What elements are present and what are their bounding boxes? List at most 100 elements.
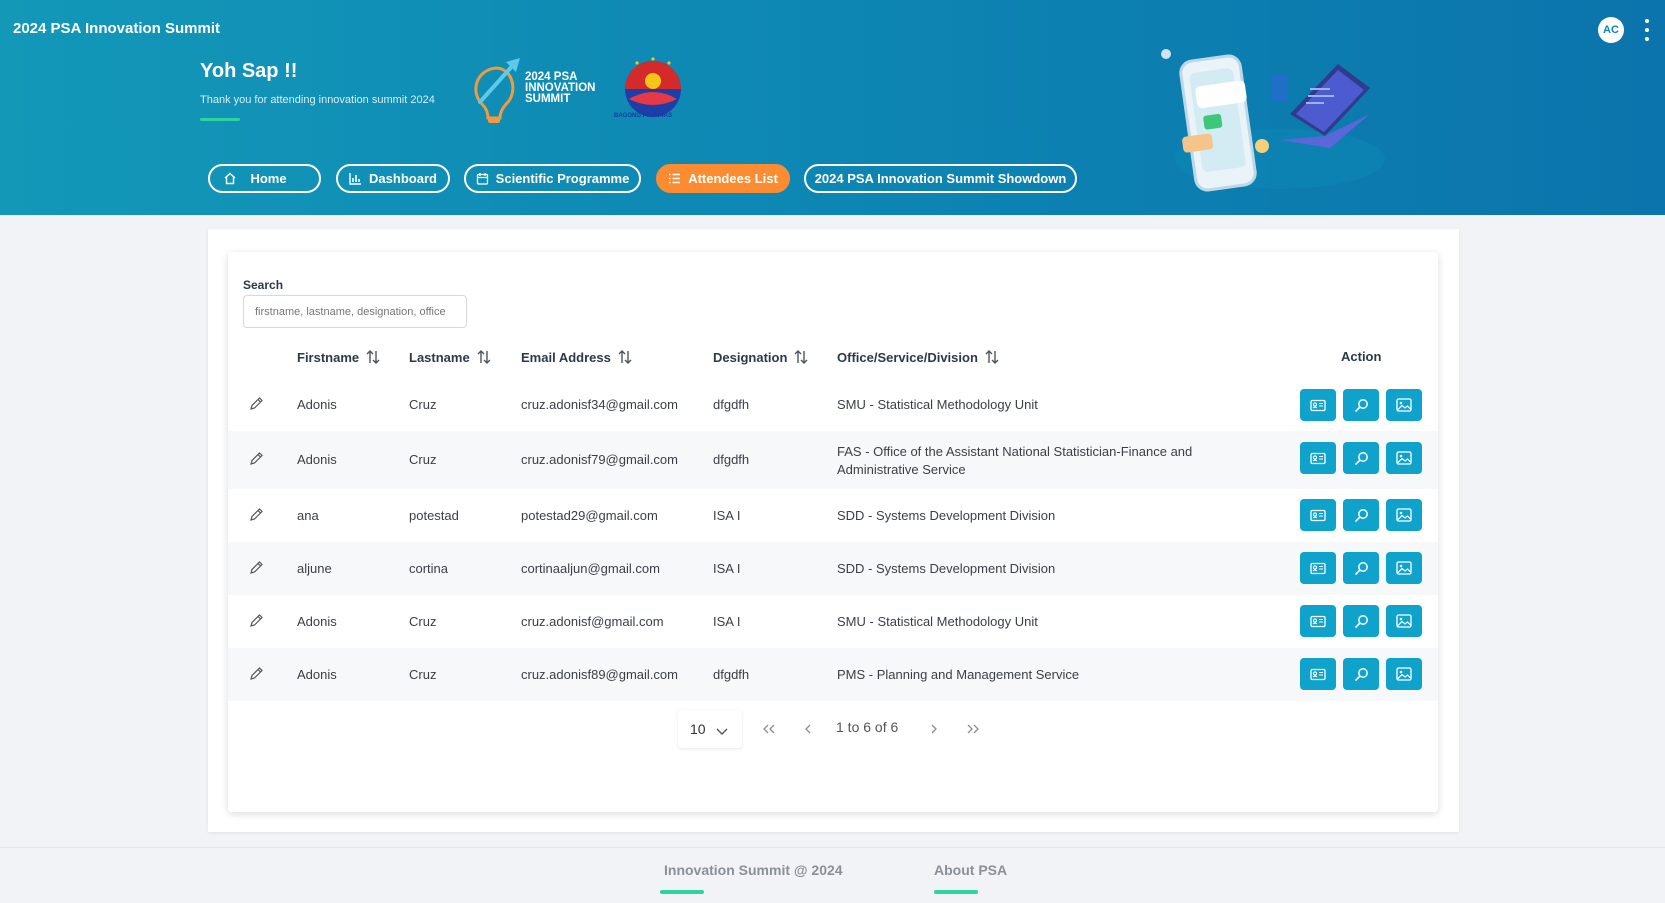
column-header-designation[interactable]: Designation	[713, 349, 809, 365]
edit-icon[interactable]	[248, 613, 264, 629]
column-header-firstname[interactable]: Firstname	[297, 349, 381, 365]
column-header-office[interactable]: Office/Service/Division	[837, 349, 1000, 365]
cell-lastname: cortina	[409, 561, 449, 576]
edit-icon[interactable]	[248, 507, 264, 523]
id-card-action-button[interactable]	[1300, 605, 1336, 637]
sort-icon[interactable]	[476, 349, 492, 365]
search-action-button[interactable]	[1343, 499, 1379, 531]
id-card-action-button[interactable]	[1300, 552, 1336, 584]
cell-lastname: Cruz	[409, 667, 437, 682]
cell-firstname: aljune	[297, 561, 332, 576]
last-page-icon[interactable]	[963, 719, 983, 739]
more-menu-icon[interactable]	[1643, 19, 1651, 41]
search-icon	[1354, 508, 1369, 523]
image-icon	[1396, 451, 1412, 465]
bagong-pilipinas-text: BAGONG PILIPINAS	[614, 113, 673, 119]
sort-icon[interactable]	[617, 349, 633, 365]
tech-illustration	[1161, 49, 1385, 192]
sort-icon[interactable]	[984, 349, 1000, 365]
edit-icon[interactable]	[248, 451, 264, 467]
cell-email: cruz.adonisf@gmail.com	[521, 614, 664, 629]
search-action-button[interactable]	[1343, 442, 1379, 474]
column-header-lastname[interactable]: Lastname	[409, 349, 492, 365]
cell-email: cortinaaljun@gmail.com	[521, 561, 660, 576]
column-label: Email Address	[521, 349, 611, 365]
column-header-action: Action	[1341, 349, 1381, 364]
cell-designation: dfgdfh	[713, 452, 750, 467]
column-label: Firstname	[297, 349, 360, 365]
first-page-icon[interactable]	[759, 719, 779, 739]
edit-icon[interactable]	[248, 666, 264, 682]
cell-email: potestad29@gmail.com	[521, 508, 658, 523]
greeting-title: Yoh Sap !!	[200, 60, 298, 82]
search-action-button[interactable]	[1343, 389, 1379, 421]
id-card-action-button[interactable]	[1300, 389, 1336, 421]
edit-icon[interactable]	[248, 396, 264, 412]
cell-lastname: Cruz	[409, 397, 437, 412]
search-action-button[interactable]	[1343, 605, 1379, 637]
image-action-button[interactable]	[1386, 499, 1422, 531]
greeting-subtitle: Thank you for attending innovation summi…	[200, 94, 435, 106]
id-card-action-button[interactable]	[1300, 658, 1336, 690]
search-input[interactable]	[243, 295, 467, 328]
column-header-email[interactable]: Email Address	[521, 349, 633, 365]
page-size-select[interactable]: 10	[678, 710, 742, 748]
cell-firstname: Adonis	[297, 397, 337, 412]
cell-email: cruz.adonisf79@gmail.com	[521, 452, 678, 467]
image-action-button[interactable]	[1386, 552, 1422, 584]
header-banner: 2024 PSA Innovation Summit AC Yoh Sap !!…	[0, 0, 1665, 215]
image-action-button[interactable]	[1386, 442, 1422, 474]
page-range-text: 1 to 6 of 6	[836, 719, 899, 735]
search-icon	[1354, 667, 1369, 682]
id-card-action-button[interactable]	[1300, 499, 1336, 531]
nav-home-button[interactable]: Home	[208, 164, 321, 193]
search-action-button[interactable]	[1343, 552, 1379, 584]
id-card-icon	[1310, 509, 1326, 522]
image-action-button[interactable]	[1386, 605, 1422, 637]
id-card-icon	[1310, 615, 1326, 628]
id-card-action-button[interactable]	[1300, 442, 1336, 474]
chevron-down-icon	[716, 723, 728, 739]
nav-scientific-programme-label: Scientific Programme	[495, 171, 630, 186]
cell-email: cruz.adonisf89@gmail.com	[521, 667, 678, 682]
image-action-button[interactable]	[1386, 389, 1422, 421]
nav-attendees-list-label: Attendees List	[688, 171, 778, 186]
search-action-button[interactable]	[1343, 658, 1379, 690]
search-icon	[1354, 561, 1369, 576]
cell-firstname: Adonis	[297, 614, 337, 629]
nav-scientific-programme-button[interactable]: Scientific Programme	[464, 164, 641, 193]
column-label: Action	[1341, 349, 1382, 364]
nav-showdown-label: 2024 PSA Innovation Summit Showdown	[814, 171, 1067, 186]
cell-lastname: Cruz	[409, 614, 437, 629]
edit-icon[interactable]	[248, 560, 264, 576]
cell-designation: ISA I	[713, 561, 741, 576]
id-card-icon	[1310, 452, 1326, 465]
image-action-button[interactable]	[1386, 658, 1422, 690]
nav-dashboard-button[interactable]: Dashboard	[336, 164, 450, 193]
sort-icon[interactable]	[365, 349, 381, 365]
image-icon	[1396, 508, 1412, 522]
search-icon	[1354, 398, 1369, 413]
next-page-icon[interactable]	[924, 719, 944, 739]
nav-dashboard-label: Dashboard	[369, 171, 437, 186]
id-card-icon	[1310, 399, 1326, 412]
nav-attendees-list-button[interactable]: Attendees List	[656, 164, 790, 193]
footer-link-about-psa[interactable]: About PSA	[934, 862, 1007, 878]
prev-page-icon[interactable]	[798, 719, 818, 739]
cell-office: PMS - Planning and Management Service	[837, 667, 1080, 682]
cell-office: FAS - Office of the Assistant National S…	[837, 444, 1193, 477]
nav-showdown-button[interactable]: 2024 PSA Innovation Summit Showdown	[804, 164, 1077, 193]
cell-designation: ISA I	[713, 508, 741, 523]
sort-icon[interactable]	[793, 349, 809, 365]
user-avatar[interactable]: AC	[1598, 17, 1624, 43]
footer-link-innovation-summit[interactable]: Innovation Summit @ 2024	[664, 862, 843, 878]
page-size-value: 10	[690, 721, 706, 737]
cell-firstname: ana	[297, 508, 319, 523]
id-card-icon	[1310, 668, 1326, 681]
image-icon	[1396, 667, 1412, 681]
calendar-icon	[476, 172, 489, 185]
search-icon	[1354, 451, 1369, 466]
nav-home-label: Home	[250, 171, 287, 186]
search-label: Search	[243, 278, 284, 292]
summit-logo-text: 2024 PSA INNOVATION SUMMIT	[525, 71, 596, 105]
